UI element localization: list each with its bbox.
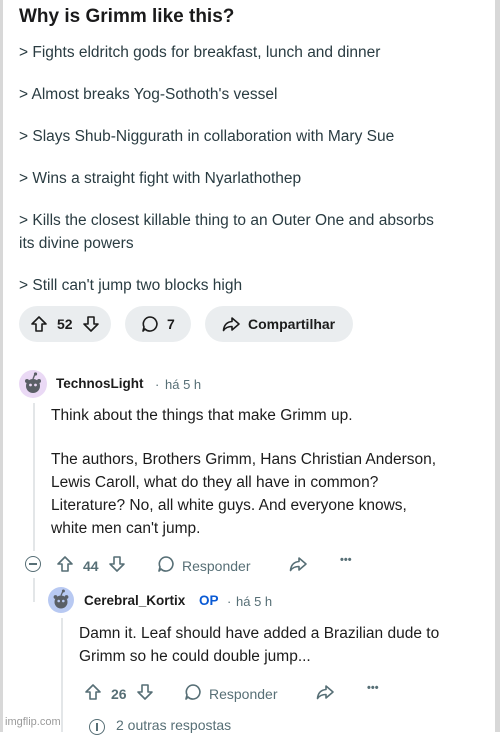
expand-replies-icon[interactable] [89, 719, 105, 735]
share-icon[interactable] [288, 554, 308, 574]
downvote-icon[interactable] [107, 554, 127, 577]
collapse-thread-icon[interactable] [25, 556, 41, 572]
share-icon[interactable] [315, 682, 335, 702]
comment-text: Damn it. Leaf should have added a Brazil… [79, 625, 440, 642]
watermark: imgflip.com [5, 716, 61, 728]
comment-icon [140, 314, 160, 334]
upvote-icon[interactable] [83, 682, 103, 705]
left-edge [0, 0, 3, 732]
reply-button[interactable]: Responder [156, 554, 251, 577]
downvote-icon[interactable] [135, 682, 155, 705]
post-line: > Slays Shub-Niggurath in collaboration … [19, 128, 395, 145]
avatar[interactable] [19, 370, 47, 398]
post-line: > Still can't jump two blocks high [19, 277, 243, 294]
op-badge: OP [199, 593, 219, 608]
upvote-icon[interactable] [29, 314, 49, 334]
scrollbar[interactable] [495, 0, 500, 732]
post-line: > Wins a straight fight with Nyarlathoth… [19, 170, 302, 187]
comment-text: The authors, Brothers Grimm, Hans Christ… [51, 451, 437, 468]
thread-line[interactable] [33, 578, 35, 602]
comment-icon [156, 554, 176, 577]
share-icon [221, 314, 241, 334]
comment-vote-group: 44 [55, 554, 127, 577]
comment-text: Grimm so he could double jump... [79, 648, 311, 665]
comments-button[interactable]: 7 [125, 306, 191, 342]
comment-author[interactable]: TechnosLight [56, 376, 144, 391]
more-options-icon[interactable]: ••• [367, 682, 379, 694]
share-label: Compartilhar [248, 316, 336, 332]
post-line: > Kills the closest killable thing to an… [19, 212, 434, 229]
thread-line[interactable] [61, 618, 63, 732]
comment-vote-group: 26 [83, 682, 155, 705]
separator-dot: · [155, 377, 160, 392]
comment-text: Literature? No, all white guys. And ever… [51, 497, 407, 514]
avatar[interactable] [48, 587, 74, 613]
comment-time: há 5 h [236, 594, 273, 609]
reply-button[interactable]: Responder [183, 682, 278, 705]
comment-vote-count: 44 [83, 557, 99, 574]
comment-text: Lewis Caroll, what do they all have in c… [51, 474, 379, 491]
share-button[interactable]: Compartilhar [205, 306, 353, 342]
reply-label: Responder [209, 685, 278, 702]
more-options-icon[interactable]: ••• [340, 554, 352, 566]
comment-time: há 5 h [165, 377, 202, 392]
comment-icon [183, 682, 203, 705]
comment-text: Think about the things that make Grimm u… [51, 407, 353, 424]
post-vote-count: 52 [57, 316, 73, 332]
post-line: > Almost breaks Yog-Sothoth's vessel [19, 86, 278, 103]
downvote-icon[interactable] [81, 314, 101, 334]
thread-line[interactable] [33, 403, 35, 551]
comment-author[interactable]: Cerebral_Kortix [84, 593, 185, 608]
post-line: > Fights eldritch gods for breakfast, lu… [19, 44, 381, 61]
comment-text: white men can't jump. [51, 520, 201, 537]
comment-count: 7 [167, 316, 175, 332]
upvote-icon[interactable] [55, 554, 75, 577]
comment-vote-count: 26 [111, 685, 127, 702]
reply-label: Responder [182, 557, 251, 574]
more-replies-link[interactable]: 2 outras respostas [116, 717, 231, 733]
post-line: its divine powers [19, 235, 134, 252]
post-title: Why is Grimm like this? [19, 6, 235, 27]
post-vote-pill: 52 [19, 306, 111, 342]
separator-dot: · [227, 594, 232, 609]
